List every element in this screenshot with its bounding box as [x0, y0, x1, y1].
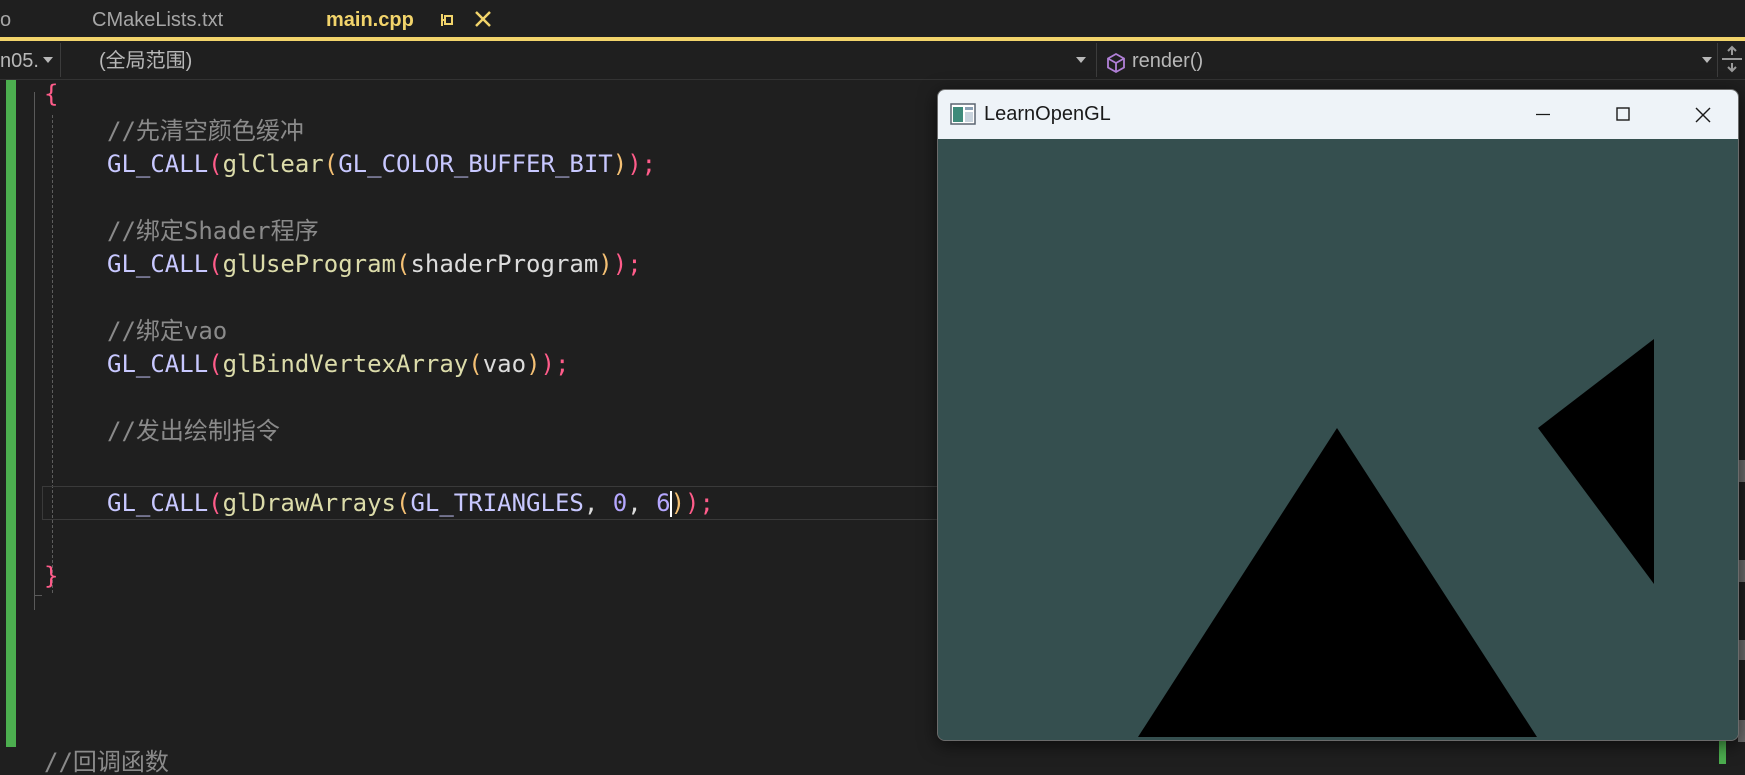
opengl-window[interactable]: LearnOpenGL [937, 89, 1739, 741]
paren-token: ( [208, 350, 223, 378]
number-token: 0 [612, 489, 628, 517]
code-line-gldrawarrays: GL_CALL(glDrawArrays(GL_TRIANGLES, 0, 6)… [107, 486, 714, 520]
code-line-gluseprogram: GL_CALL(glUseProgram(shaderProgram)); [107, 247, 642, 281]
macro-token: GL_CALL [107, 250, 209, 278]
project-dropdown-label: n05. [0, 50, 39, 72]
paren-token: ( [208, 150, 223, 178]
scrollbar-marker [1738, 460, 1745, 482]
window-titlebar[interactable]: LearnOpenGL [938, 90, 1738, 139]
scope-dropdown-label: (全局范围) [99, 50, 193, 72]
function-token: glBindVertexArray [222, 350, 469, 378]
function-token: glClear [222, 150, 324, 178]
code-comment-clear: //先清空颜色缓冲 [107, 117, 304, 145]
code-line-glclear: GL_CALL(glClear(GL_COLOR_BUFFER_BIT)); [107, 147, 656, 181]
close-window-button[interactable] [1668, 90, 1738, 139]
scrollbar-change-marker [1719, 740, 1726, 764]
chevron-down-icon [43, 57, 53, 63]
argument-token: GL_COLOR_BUFFER_BIT [338, 150, 613, 178]
code-comment-callback: //回调函数 [44, 748, 169, 775]
close-tab-icon[interactable] [472, 8, 494, 30]
close-tab-svg [475, 11, 491, 27]
change-tracking-bar [6, 80, 16, 747]
paren-token: ) [598, 250, 613, 278]
semicolon-token: ; [641, 150, 657, 178]
paren-token: ( [396, 489, 411, 517]
pin-icon-svg [441, 14, 453, 26]
tab-cmakelists[interactable]: CMakeLists.txt [92, 0, 223, 37]
code-line-glbindvertexarray: GL_CALL(glBindVertexArray(vao)); [107, 347, 569, 381]
argument-token: shaderProgram [410, 250, 599, 278]
paren-token: ) [685, 489, 700, 517]
semicolon-token: ; [554, 350, 570, 378]
tab-main-cpp[interactable]: main.cpp [326, 0, 414, 37]
code-line-close-brace: } [44, 559, 58, 593]
minimize-icon [1536, 113, 1550, 116]
scope-dropdown[interactable]: (全局范围) [61, 43, 1097, 77]
opengl-render-canvas [938, 139, 1738, 740]
comma-token: , [627, 489, 657, 517]
chevron-down-icon [1702, 57, 1712, 63]
function-token: glUseProgram [222, 250, 396, 278]
split-window-svg [1722, 45, 1742, 73]
macro-token: GL_CALL [107, 150, 209, 178]
scrollbar-marker [1738, 720, 1745, 742]
vertical-scrollbar[interactable] [1738, 80, 1745, 775]
paren-token: ( [208, 250, 223, 278]
paren-token: ( [396, 250, 411, 278]
open-brace: { [44, 80, 59, 108]
comma-token: , [583, 489, 613, 517]
paren-token: ) [612, 250, 628, 278]
pin-icon[interactable] [440, 10, 456, 30]
fold-region-end [34, 595, 42, 596]
paren-token: ) [526, 350, 541, 378]
scrollbar-marker [1738, 560, 1745, 582]
semicolon-token: ; [627, 250, 642, 278]
paren-token: ) [627, 150, 642, 178]
cube-icon-svg [1107, 52, 1125, 74]
chevron-down-icon [1076, 57, 1086, 63]
function-token: glDrawArrays [222, 489, 396, 517]
paren-token: ( [323, 150, 339, 178]
code-comment-shader: //绑定Shader程序 [107, 217, 319, 245]
member-dropdown-label: render() [1132, 50, 1204, 72]
navigation-bar: n05. (全局范围) render() [0, 41, 1745, 80]
fold-region-line [34, 92, 35, 610]
tab-partial[interactable]: o [0, 0, 11, 37]
paren-token: ) [540, 350, 555, 378]
maximize-icon [1616, 107, 1630, 121]
code-line-open-brace: { [44, 80, 58, 111]
close-brace: } [44, 562, 59, 590]
macro-token: GL_CALL [107, 350, 209, 378]
member-dropdown[interactable]: render() [1097, 43, 1718, 77]
argument-token: GL_TRIANGLES [410, 489, 584, 517]
close-icon [1695, 107, 1711, 123]
paren-token: ( [468, 350, 483, 378]
paren-token: ) [670, 489, 686, 517]
minimize-button[interactable] [1508, 90, 1578, 139]
app-window-icon [950, 103, 976, 125]
paren-token: ( [208, 489, 223, 517]
editor-tab-bar: o CMakeLists.txt main.cpp [0, 0, 1745, 37]
argument-token: vao [482, 350, 527, 378]
indent-guide [52, 115, 53, 593]
maximize-button[interactable] [1588, 90, 1658, 139]
semicolon-token: ; [699, 489, 714, 517]
paren-token: ) [612, 150, 628, 178]
cube-icon [1105, 50, 1127, 74]
code-comment-draw: //发出绘制指令 [107, 417, 280, 445]
number-token: 6 [656, 489, 671, 517]
split-window-icon[interactable] [1720, 45, 1744, 73]
window-title: LearnOpenGL [984, 103, 1111, 125]
project-dropdown[interactable]: n05. [0, 43, 61, 77]
macro-token: GL_CALL [107, 489, 209, 517]
app-window-svg [950, 103, 976, 125]
scrollbar-marker [1738, 640, 1745, 660]
code-comment-vao: //绑定vao [107, 317, 228, 345]
